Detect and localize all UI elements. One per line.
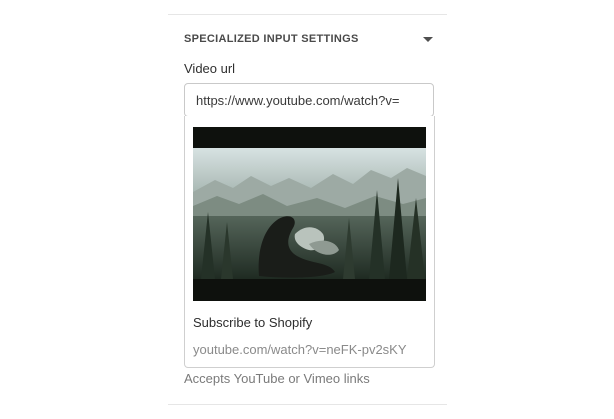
bottom-divider (168, 404, 447, 405)
video-url-input[interactable] (184, 83, 434, 117)
video-link[interactable]: youtube.com/watch?v=neFK-pv2sKY (193, 342, 407, 357)
caret-down-icon[interactable] (423, 36, 433, 42)
video-preview-card[interactable]: Subscribe to Shopify youtube.com/watch?v… (184, 116, 435, 368)
section-header[interactable]: SPECIALIZED INPUT SETTINGS (184, 30, 439, 48)
section-title: SPECIALIZED INPUT SETTINGS (184, 33, 359, 45)
help-text: Accepts YouTube or Vimeo links (184, 371, 370, 386)
video-title[interactable]: Subscribe to Shopify (193, 315, 312, 330)
video-thumbnail[interactable] (193, 127, 426, 301)
video-still-image (193, 148, 426, 279)
settings-panel: SPECIALIZED INPUT SETTINGS Video url htt… (168, 0, 447, 419)
top-divider (168, 14, 447, 15)
video-url-label: Video url (184, 61, 236, 76)
